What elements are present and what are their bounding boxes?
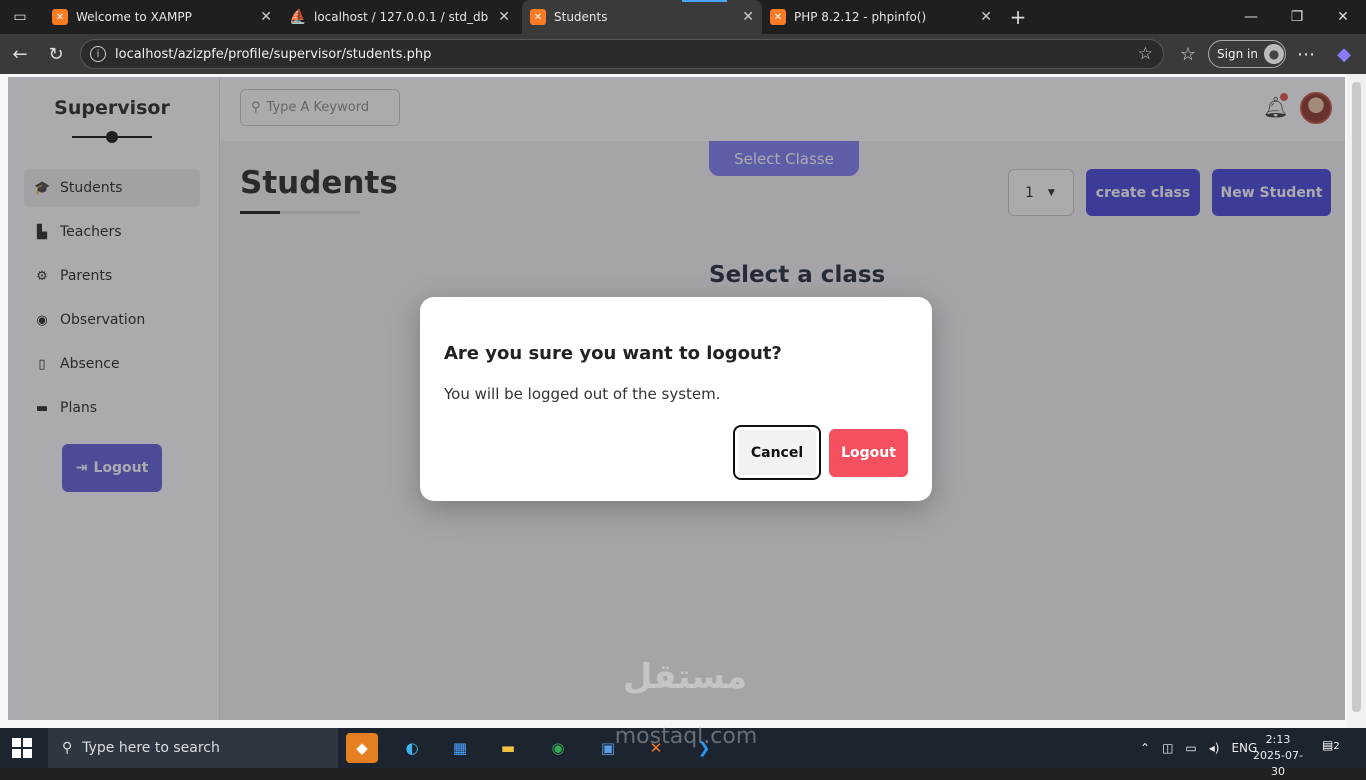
tab-phpmyadmin[interactable]: ⛵ localhost / 127.0.0.1 / std_db / use ✕ [282, 0, 518, 34]
search-icon: ⚲ [62, 740, 73, 756]
reload-icon[interactable]: ↻ [44, 42, 68, 66]
more-icon[interactable]: ⋯ [1294, 42, 1318, 66]
xampp-icon: ✕ [52, 9, 68, 25]
clock-date: 2025-07-30 [1253, 749, 1303, 778]
chrome-icon[interactable]: ◉ [542, 733, 574, 763]
windows-taskbar: ⚲ Type here to search ◆ ◐ ▦ ▬ ◉ ▣ ✕ ❯ ⌃ … [0, 728, 1366, 778]
profile-icon: ● [1263, 44, 1284, 64]
new-tab-icon[interactable]: + [1000, 0, 1036, 34]
confirm-logout-button[interactable]: Logout [829, 429, 908, 477]
phpmyadmin-icon: ⛵ [289, 9, 307, 25]
back-icon[interactable]: ← [8, 42, 32, 66]
close-tab-icon[interactable]: ✕ [980, 9, 992, 25]
clock-time: 2:13 [1265, 733, 1291, 746]
sign-in-button[interactable]: Sign in ● [1208, 40, 1286, 68]
browser-window: ▭ ✕ Welcome to XAMPP ✕ ⛵ localhost / 127… [0, 0, 1366, 728]
tab-phpinfo[interactable]: ✕ PHP 8.2.12 - phpinfo() ✕ [762, 0, 1000, 34]
address-bar: ← ↻ i localhost/azizpfe/profile/supervis… [0, 34, 1366, 74]
tab-label: Students [554, 10, 608, 24]
notification-center-icon[interactable]: ▤2 [1322, 738, 1344, 758]
copilot-icon[interactable]: ◆ [1332, 42, 1356, 66]
tab-bar: ▭ ✕ Welcome to XAMPP ✕ ⛵ localhost / 127… [0, 0, 1366, 34]
favorite-star-icon[interactable]: ☆ [1138, 44, 1153, 64]
edge-icon[interactable]: ◐ [396, 733, 428, 763]
control-panel-icon[interactable]: ▣ [592, 733, 624, 763]
taskbar-search[interactable]: ⚲ Type here to search [48, 728, 338, 768]
tab-label: Welcome to XAMPP [76, 10, 192, 24]
page-content: Supervisor 🎓 Students ▙ Teachers ⚙ Paren… [8, 77, 1345, 720]
xampp-icon: ✕ [530, 9, 546, 25]
tab-students[interactable]: ✕ Students ✕ [522, 0, 762, 34]
copilot-app-icon[interactable]: ◆ [346, 733, 378, 763]
dialog-title: Are you sure you want to logout? [444, 343, 782, 364]
url-field[interactable]: i localhost/azizpfe/profile/supervisor/s… [80, 39, 1164, 69]
windows-start-icon[interactable] [12, 738, 32, 758]
notification-count: 2 [1333, 741, 1340, 752]
close-tab-icon[interactable]: ✕ [498, 9, 510, 25]
favorites-icon[interactable]: ☆ [1176, 42, 1200, 66]
close-tab-icon[interactable]: ✕ [260, 9, 272, 25]
camera-icon[interactable]: ◫ [1162, 741, 1173, 755]
tab-actions-icon[interactable]: ▭ [0, 0, 40, 34]
page-scrollbar[interactable] [1347, 74, 1366, 728]
dialog-message: You will be logged out of the system. [444, 385, 721, 403]
restore-icon[interactable]: ❐ [1274, 0, 1320, 34]
file-explorer-icon[interactable]: ▬ [492, 733, 524, 763]
store-icon[interactable]: ▦ [444, 733, 476, 763]
tab-xampp[interactable]: ✕ Welcome to XAMPP ✕ [44, 0, 280, 34]
clock[interactable]: 2:13 2025-07-30 [1248, 732, 1308, 780]
close-tab-icon[interactable]: ✕ [742, 9, 754, 25]
minimize-icon[interactable]: — [1228, 0, 1274, 34]
chevron-up-icon[interactable]: ⌃ [1140, 741, 1150, 755]
vscode-icon[interactable]: ❯ [688, 733, 720, 763]
cancel-button[interactable]: Cancel [733, 425, 821, 480]
tab-label: PHP 8.2.12 - phpinfo() [794, 10, 927, 24]
xampp-icon[interactable]: ✕ [640, 733, 672, 763]
battery-icon[interactable]: ▭ [1185, 741, 1196, 755]
sign-in-label: Sign in [1217, 47, 1258, 61]
logout-confirm-dialog: Are you sure you want to logout? You wil… [420, 297, 932, 501]
info-icon[interactable]: i [90, 46, 106, 62]
xampp-icon: ✕ [770, 9, 786, 25]
volume-icon[interactable]: ◂) [1209, 741, 1220, 755]
url-text: localhost/azizpfe/profile/supervisor/stu… [115, 46, 432, 62]
system-tray: ⌃ ◫ ▭ ◂) ENG [1140, 728, 1257, 768]
taskbar-search-placeholder: Type here to search [82, 740, 220, 756]
close-window-icon[interactable]: ✕ [1320, 0, 1366, 34]
tab-label: localhost / 127.0.0.1 / std_db / use [314, 10, 490, 24]
